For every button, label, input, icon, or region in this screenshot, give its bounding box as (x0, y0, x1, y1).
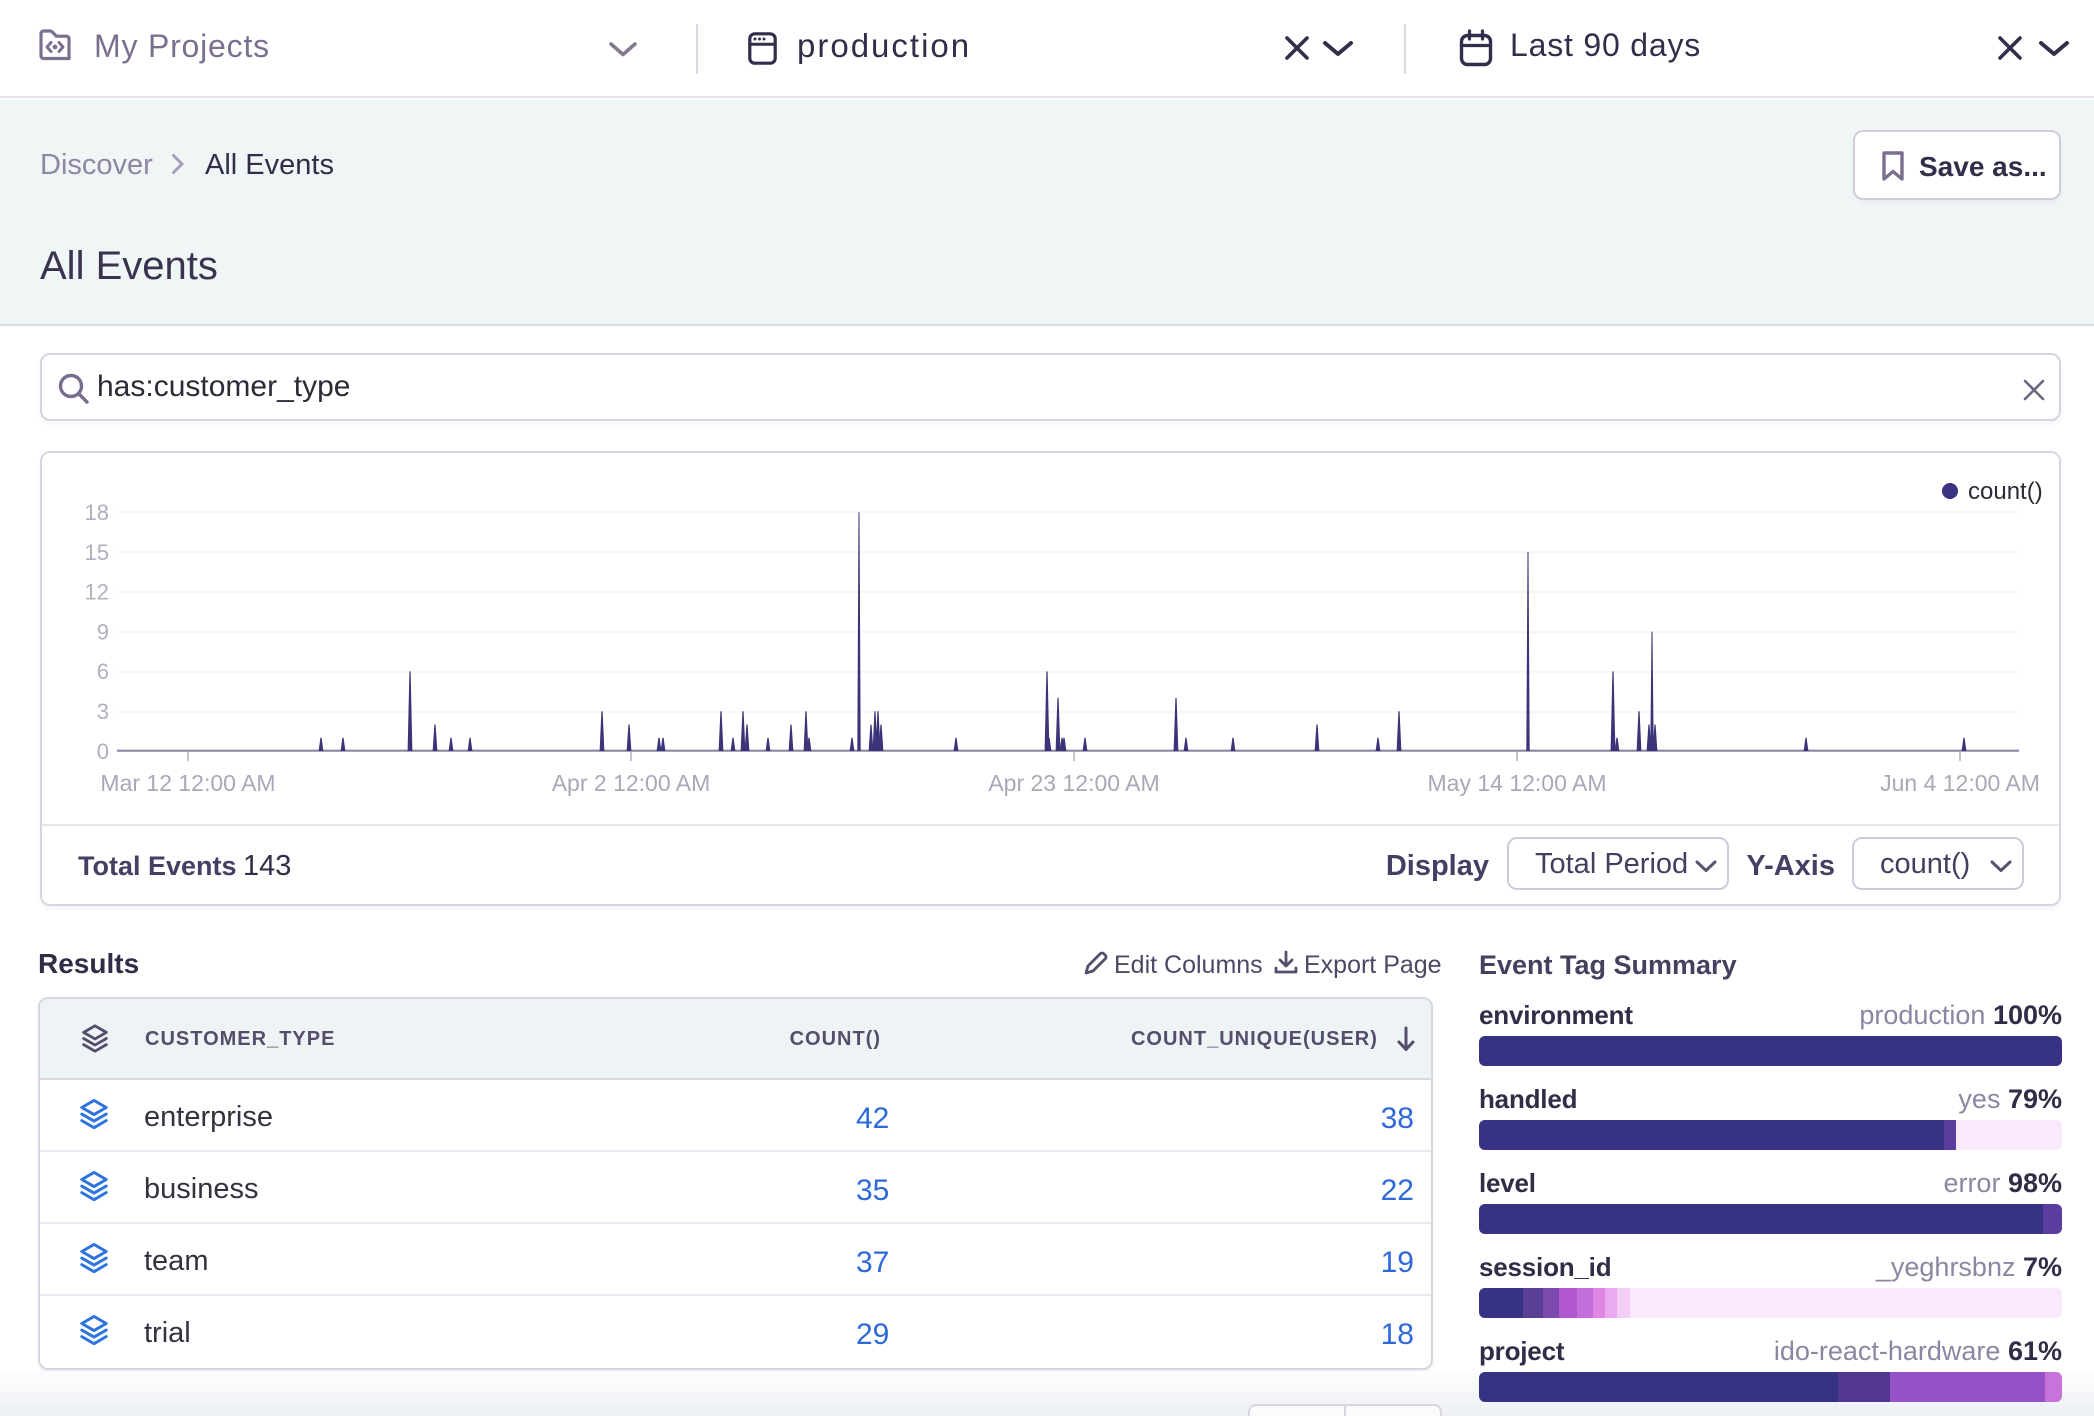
svg-text:6: 6 (97, 659, 109, 684)
svg-text:12: 12 (85, 580, 109, 605)
svg-text:18: 18 (85, 500, 109, 525)
svg-text:count(): count() (1968, 478, 2043, 505)
svg-text:May 14 12:00 AM: May 14 12:00 AM (1428, 770, 1607, 796)
svg-text:15: 15 (85, 540, 109, 565)
svg-text:Mar 12 12:00 AM: Mar 12 12:00 AM (100, 770, 275, 796)
svg-text:Apr 23 12:00 AM: Apr 23 12:00 AM (988, 770, 1159, 796)
svg-text:3: 3 (97, 699, 109, 724)
svg-text:9: 9 (97, 619, 109, 644)
svg-text:Jun 4 12:00 AM: Jun 4 12:00 AM (1880, 770, 2040, 796)
svg-text:Apr 2 12:00 AM: Apr 2 12:00 AM (552, 770, 711, 796)
svg-text:0: 0 (97, 739, 109, 764)
